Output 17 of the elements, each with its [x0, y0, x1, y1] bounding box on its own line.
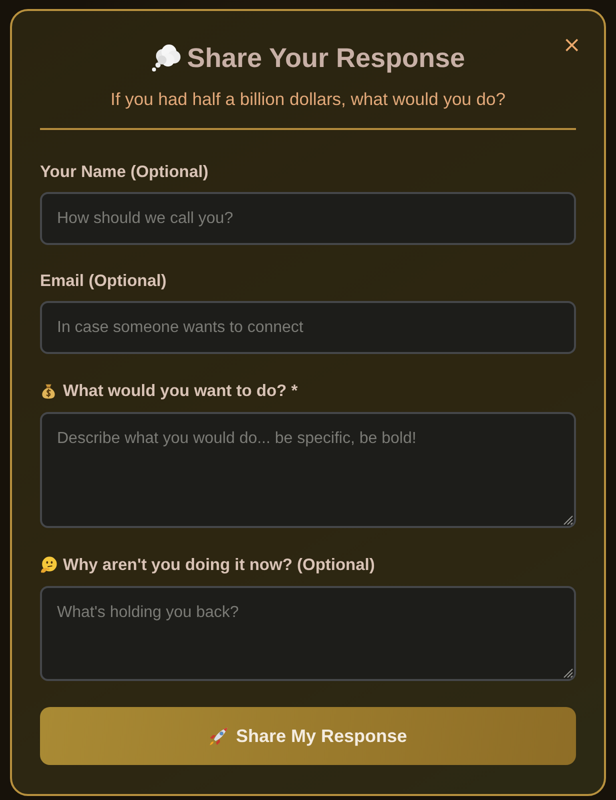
field-label: Email (Optional)	[40, 271, 167, 292]
field-label: What would you want to do? *	[63, 380, 298, 402]
plan-field[interactable]: Describe what you would do... be specific, be bold!	[40, 412, 576, 528]
dialog-title: Share Your Response	[186, 42, 466, 75]
name-field[interactable]: How should we call you?	[40, 192, 576, 245]
rocket-icon	[208, 726, 229, 746]
dialog-subtitle: If you had half a billion dollars, what would you do?	[110, 88, 506, 111]
resize-grip-icon[interactable]	[563, 515, 573, 525]
reason-field[interactable]: What's holding you back?	[40, 586, 576, 681]
thought-bubble-icon	[150, 44, 181, 72]
resize-grip-icon[interactable]	[563, 668, 573, 678]
email-field[interactable]: In case someone wants to connect	[40, 301, 576, 354]
thinking-face-icon	[40, 556, 57, 573]
field-label: Your Name (Optional)	[40, 162, 208, 183]
close-button[interactable]: ×	[558, 34, 585, 58]
field-label: Why aren't you doing it now? (Optional)	[63, 554, 375, 576]
money-bag-icon	[40, 382, 57, 399]
